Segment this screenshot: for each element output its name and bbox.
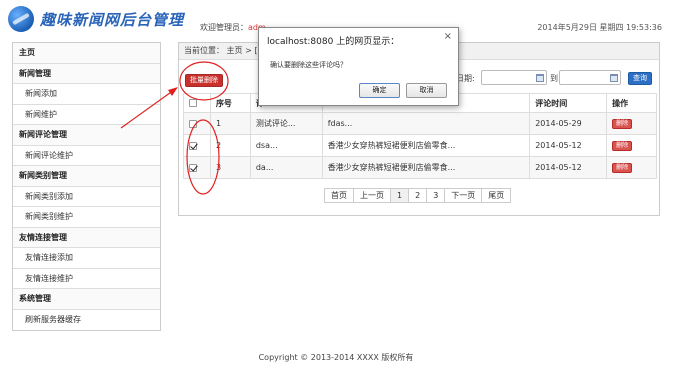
row-checkbox[interactable] (189, 141, 197, 150)
row-news: fdas... (321, 112, 531, 135)
footer-copyright: Copyright © 2013-2014 XXXX 版权所有 (258, 353, 414, 362)
col-header-action: 操作 (606, 93, 657, 113)
row-no: 2 (209, 134, 251, 157)
sidebar-section-news: 新闻管理 (13, 63, 160, 84)
sidebar-item-category-maintain[interactable]: 新闻类别维护 (13, 207, 160, 228)
sidebar-section-categories: 新闻类别管理 (13, 166, 160, 187)
pager-page-3[interactable]: 3 (426, 188, 446, 203)
row-news: 香港少女穿热裤短裙便利店偷零食... (321, 156, 531, 179)
close-icon[interactable]: × (444, 31, 452, 42)
pagination: 首页 上一页 1 2 3 下一页 尾页 (324, 188, 512, 203)
calendar-icon[interactable] (536, 74, 544, 82)
batch-delete-button[interactable]: 批量删除 (185, 74, 223, 87)
sidebar: 主页 新闻管理 新闻添加 新闻维护 新闻评论管理 新闻评论维护 新闻类别管理 新… (12, 42, 161, 331)
sidebar-item-comments-maintain[interactable]: 新闻评论维护 (13, 145, 160, 166)
sidebar-item-category-add[interactable]: 新闻类别添加 (13, 186, 160, 207)
row-comment: 测试评论... (249, 112, 323, 135)
welcome-prefix: 欢迎管理员： (200, 23, 248, 32)
col-header-time: 评论时间 (529, 93, 608, 113)
table-row: 2 dsa... 香港少女穿热裤短裙便利店偷零食... 2014-05-12 删… (183, 134, 657, 157)
select-all-cell (183, 93, 211, 113)
site-title: 趣味新闻网后台管理 (40, 10, 185, 29)
ok-button[interactable]: 确定 (359, 83, 400, 98)
sidebar-item-link-maintain[interactable]: 友情连接维护 (13, 268, 160, 289)
confirm-dialog: localhost:8080 上的网页显示： × 确认要删除这些评论吗？ 确定 … (258, 27, 459, 106)
sidebar-item-refresh-cache[interactable]: 刷新服务器缓存 (13, 309, 160, 330)
annotation-arrowhead (168, 87, 178, 96)
sidebar-item-link-add[interactable]: 友情连接添加 (13, 248, 160, 269)
logo: 趣味新闻网后台管理 (8, 4, 184, 34)
row-time: 2014-05-12 (529, 134, 608, 157)
delete-button[interactable]: 删除 (612, 119, 633, 129)
sidebar-home[interactable]: 主页 (13, 43, 160, 64)
row-time: 2014-05-29 (529, 112, 608, 135)
toolbar: 批量删除 (185, 74, 223, 87)
col-header-no: 序号 (209, 93, 251, 113)
select-all-checkbox[interactable] (189, 99, 197, 107)
dialog-title: localhost:8080 上的网页显示： (267, 37, 400, 47)
end-date-input[interactable] (559, 70, 621, 85)
delete-button[interactable]: 删除 (612, 163, 633, 173)
sidebar-section-links: 友情连接管理 (13, 227, 160, 248)
row-checkbox[interactable] (189, 163, 197, 172)
row-checkbox[interactable] (189, 119, 197, 128)
dialog-message: 确认要删除这些评论吗？ (270, 61, 347, 69)
pager-page-1[interactable]: 1 (390, 188, 410, 203)
datetime: 2014年5月29日 星期四 19:53:36 (537, 23, 662, 32)
cancel-button[interactable]: 取消 (406, 83, 447, 98)
calendar-icon[interactable] (610, 74, 618, 82)
pager-next[interactable]: 下一页 (444, 188, 483, 203)
query-button[interactable]: 查询 (628, 72, 652, 85)
welcome-text: 欢迎管理员：adm (200, 22, 266, 33)
sidebar-item-news-maintain[interactable]: 新闻维护 (13, 104, 160, 125)
sidebar-section-comments: 新闻评论管理 (13, 125, 160, 146)
table-row: 3 da... 香港少女穿热裤短裙便利店偷零食... 2014-05-12 删除 (183, 156, 657, 179)
row-no: 3 (209, 156, 251, 179)
pager-page-2[interactable]: 2 (408, 188, 428, 203)
sidebar-section-system: 系统管理 (13, 289, 160, 310)
to-label: 到 (550, 74, 558, 83)
row-no: 1 (209, 112, 251, 135)
pager-last[interactable]: 尾页 (481, 188, 512, 203)
globe-icon (8, 6, 34, 32)
table-row: 1 测试评论... fdas... 2014-05-29 删除 (183, 112, 657, 135)
delete-button[interactable]: 删除 (612, 141, 633, 151)
start-date-input[interactable] (481, 70, 547, 85)
pager-first[interactable]: 首页 (324, 188, 354, 203)
row-comment: da... (249, 156, 323, 179)
pager-prev[interactable]: 上一页 (353, 188, 391, 203)
row-time: 2014-05-12 (529, 156, 608, 179)
row-news: 香港少女穿热裤短裙便利店偷零食... (321, 134, 531, 157)
sidebar-item-news-add[interactable]: 新闻添加 (13, 84, 160, 105)
row-comment: dsa... (249, 134, 323, 157)
